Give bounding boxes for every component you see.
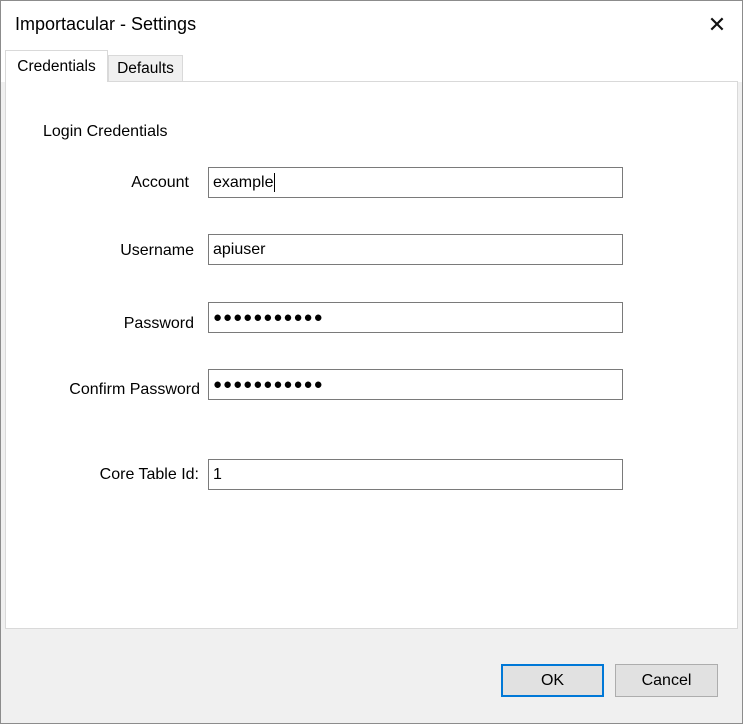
settings-dialog: Importacular - Settings ✕ Credentials De… [0, 0, 743, 724]
password-input[interactable]: ●●●●●●●●●●● [208, 302, 623, 333]
confirm-password-label: Confirm Password [69, 381, 200, 398]
title-bar: Importacular - Settings ✕ [1, 1, 742, 50]
account-label: Account [131, 174, 189, 191]
username-value: apiuser [213, 240, 266, 258]
confirm-password-input[interactable]: ●●●●●●●●●●● [208, 369, 623, 400]
tab-strip: Credentials Defaults [1, 50, 742, 82]
username-label: Username [120, 242, 194, 259]
core-table-id-value: 1 [213, 465, 222, 483]
tab-defaults[interactable]: Defaults [108, 55, 183, 81]
ok-button[interactable]: OK [501, 664, 604, 697]
password-label: Password [123, 315, 194, 332]
section-title: Login Credentials [43, 123, 168, 140]
window-title: Importacular - Settings [15, 14, 197, 34]
username-input[interactable]: apiuser [208, 234, 623, 265]
core-table-id-input[interactable]: 1 [208, 459, 623, 490]
credentials-panel: Login Credentials Account example Userna… [5, 81, 738, 629]
core-table-id-label: Core Table Id: [99, 466, 199, 483]
text-caret [274, 173, 276, 192]
account-value: example [213, 173, 274, 191]
tab-credentials[interactable]: Credentials [5, 50, 108, 82]
password-mask: ●●●●●●●●●●● [213, 309, 324, 326]
account-input[interactable]: example [208, 167, 623, 198]
confirm-password-mask: ●●●●●●●●●●● [213, 376, 324, 393]
cancel-button[interactable]: Cancel [615, 664, 718, 697]
close-icon[interactable]: ✕ [697, 7, 737, 43]
